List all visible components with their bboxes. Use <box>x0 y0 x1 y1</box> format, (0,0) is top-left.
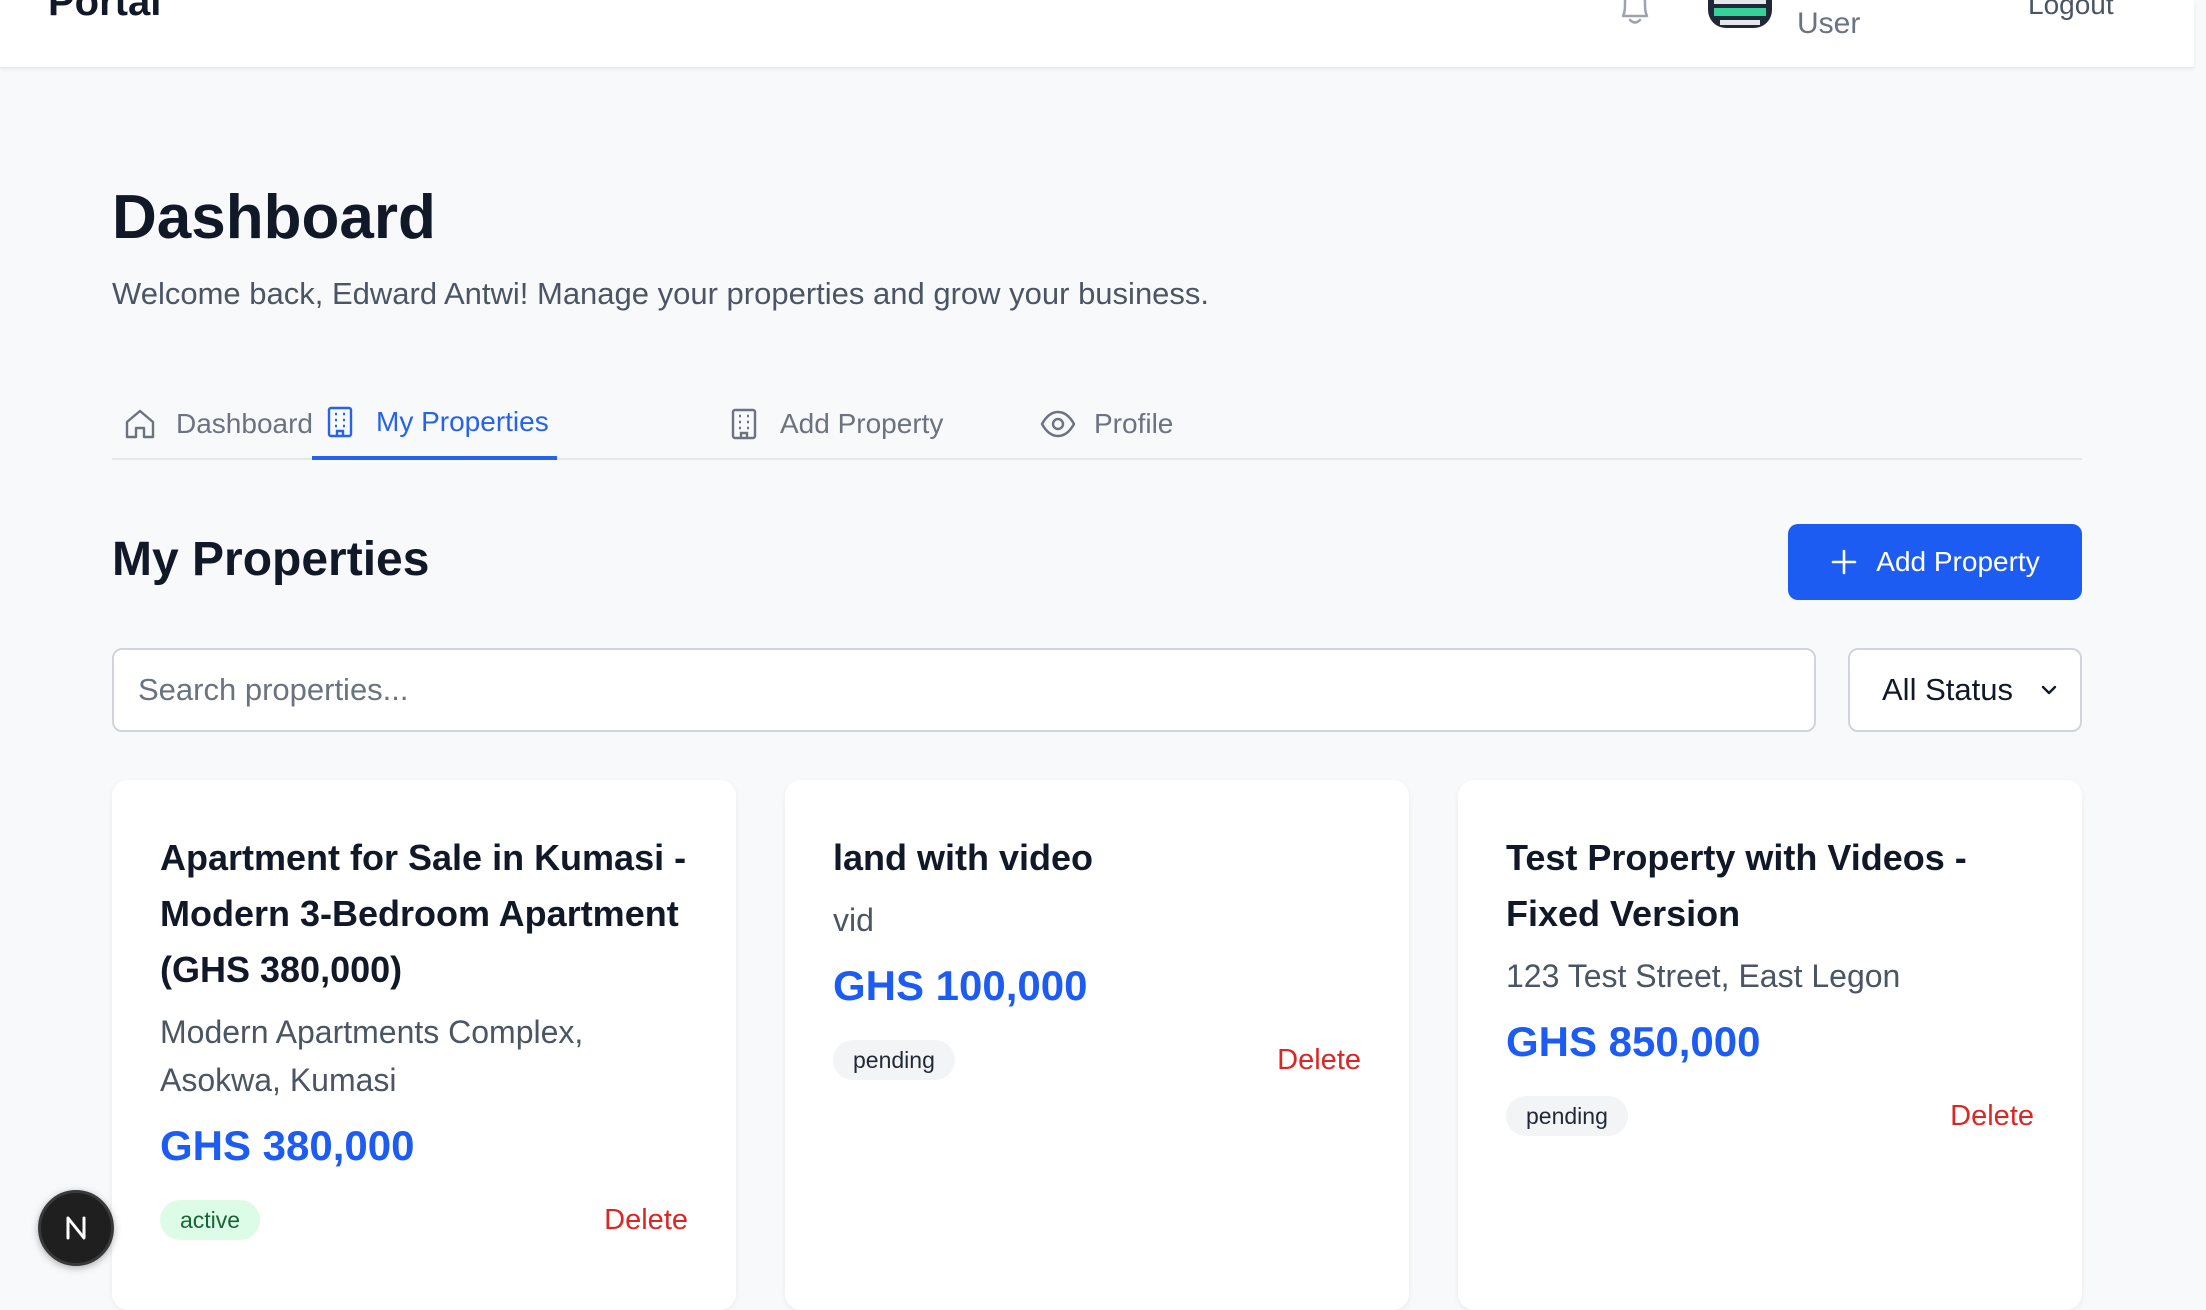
status-filter-select[interactable]: All Status <box>1848 648 2082 732</box>
add-property-button[interactable]: Add Property <box>1788 524 2082 600</box>
chevron-down-icon <box>2041 685 2057 695</box>
delete-button[interactable]: Delete <box>1277 1044 1361 1077</box>
add-property-label: Add Property <box>1876 546 2040 577</box>
next-logo-icon <box>66 1216 86 1240</box>
property-card[interactable]: land with video vid GHS 100,000 pending … <box>785 780 1409 1310</box>
tab-my-properties[interactable]: My Properties <box>312 388 557 460</box>
logout-button[interactable]: Logout <box>2028 0 2114 22</box>
property-price: GHS 100,000 <box>833 962 1088 1009</box>
dev-tools-button[interactable] <box>38 1190 114 1266</box>
tab-profile[interactable]: Profile <box>1030 388 1181 460</box>
user-role-label: User <box>1797 7 1861 40</box>
property-card[interactable]: Apartment for Sale in Kumasi - Modern 3-… <box>112 780 736 1310</box>
search-input[interactable] <box>112 648 1816 732</box>
property-card-footer: pending Delete <box>833 1040 1361 1080</box>
property-location: 123 Test Street, East Legon <box>1506 958 1901 994</box>
delete-button[interactable]: Delete <box>604 1204 688 1237</box>
property-price: GHS 380,000 <box>160 1122 415 1169</box>
tab-label: Profile <box>1094 408 1174 439</box>
top-navigation-bar: Portal User Logout <box>0 0 2194 68</box>
property-location: vid <box>833 902 874 938</box>
status-badge: pending <box>833 1040 955 1080</box>
property-card-footer: active Delete <box>160 1200 688 1240</box>
property-title[interactable]: Apartment for Sale in Kumasi - Modern 3-… <box>160 830 688 998</box>
tab-add-property[interactable]: Add Property <box>716 388 951 460</box>
status-badge: pending <box>1506 1096 1628 1136</box>
notification-bell-icon[interactable] <box>1615 0 1655 28</box>
building-icon <box>731 408 757 440</box>
page-title: Dashboard <box>112 183 436 252</box>
property-price: GHS 850,000 <box>1506 1018 1761 1065</box>
property-card-footer: pending Delete <box>1506 1096 2034 1136</box>
welcome-message: Welcome back, Edward Antwi! Manage your … <box>112 276 1210 311</box>
dashboard-tabs: Dashboard My Properties Add Property Pro… <box>112 388 2082 460</box>
tab-label: My Properties <box>376 406 549 437</box>
property-card[interactable]: Test Property with Videos - Fixed Versio… <box>1458 780 2082 1310</box>
property-location: Modern Apartments Complex, Asokwa, Kumas… <box>160 1014 584 1098</box>
home-icon <box>125 409 155 439</box>
tab-dashboard[interactable]: Dashboard <box>112 388 321 460</box>
tab-label: Add Property <box>780 408 944 439</box>
property-title[interactable]: Test Property with Videos - Fixed Versio… <box>1506 830 2034 942</box>
status-filter-value: All Status <box>1882 672 2013 707</box>
eye-icon <box>1040 410 1076 438</box>
status-badge: active <box>160 1200 261 1240</box>
section-title: My Properties <box>112 533 430 586</box>
building-icon <box>327 406 353 438</box>
property-title[interactable]: land with video <box>833 830 1361 886</box>
tab-label: Dashboard <box>176 408 313 439</box>
user-avatar[interactable] <box>1708 0 1772 28</box>
delete-button[interactable]: Delete <box>1950 1100 2034 1133</box>
plus-icon <box>1831 549 1857 575</box>
brand-title[interactable]: Portal <box>48 0 161 22</box>
